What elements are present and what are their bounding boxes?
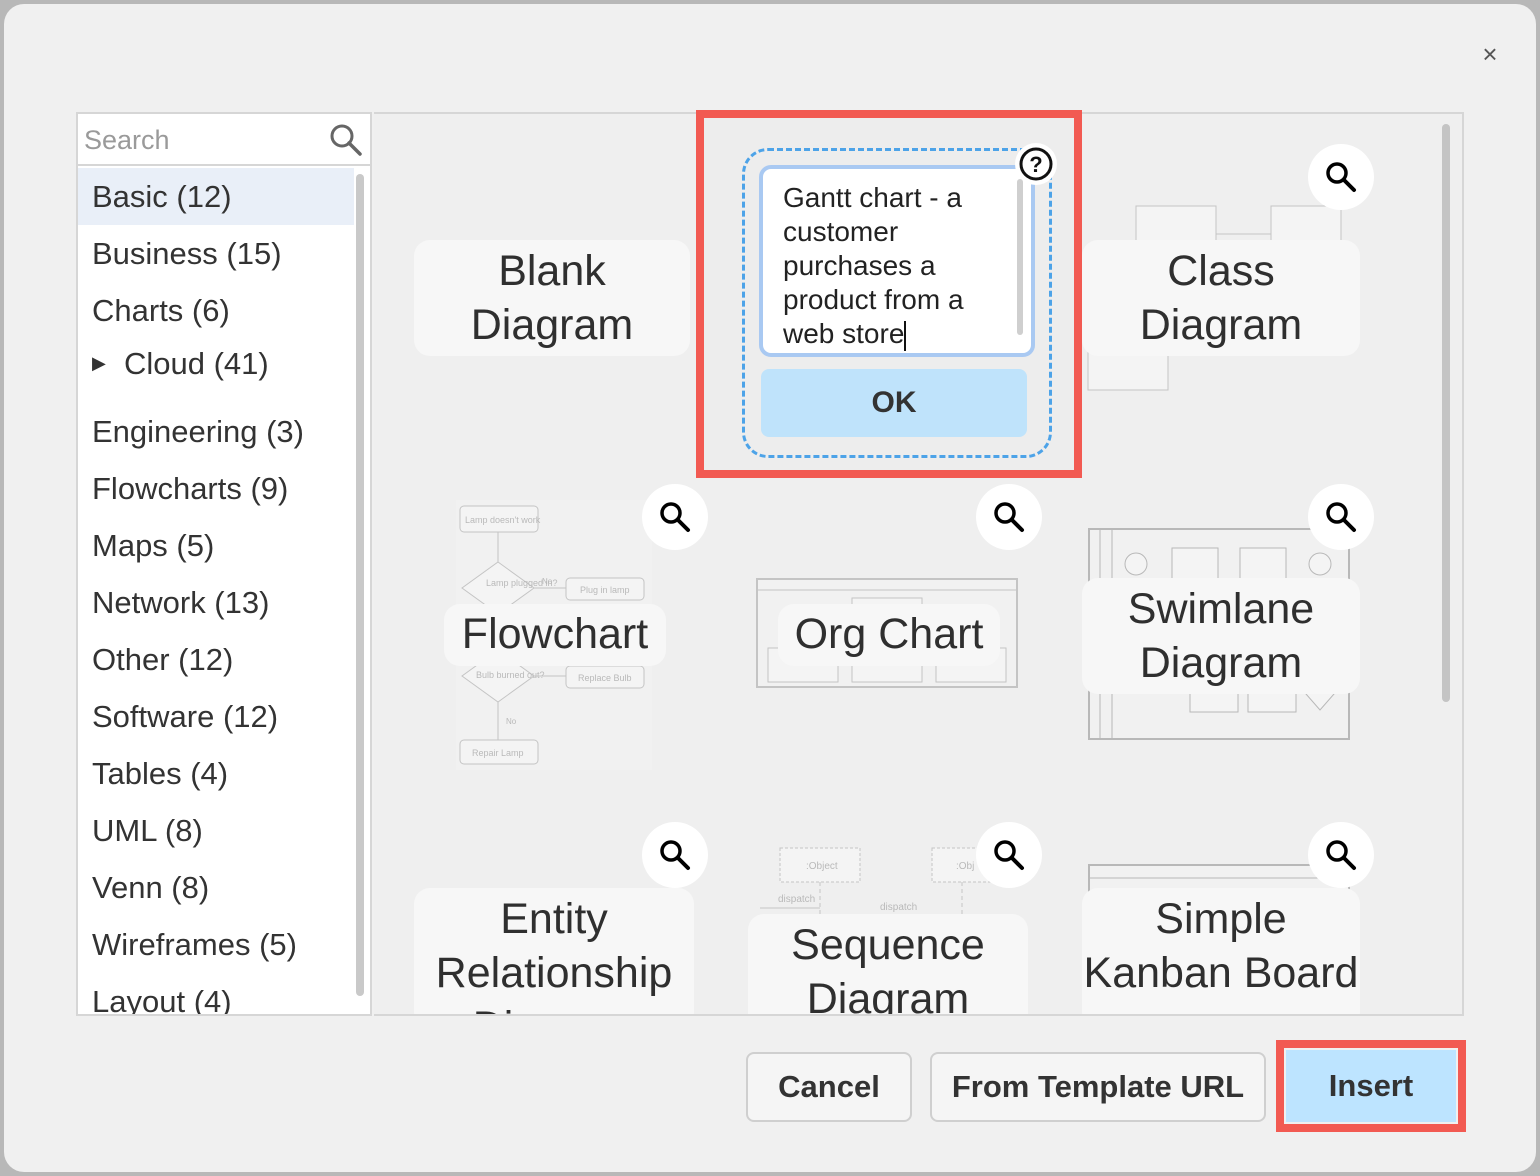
flowchart-thumb-end: Repair Lamp: [472, 748, 524, 758]
sequence-thumb-msg2: dispatch: [880, 902, 917, 913]
prompt-scrollbar[interactable]: [1017, 179, 1023, 335]
prompt-textarea[interactable]: Gantt chart - a customer purchases a pro…: [759, 165, 1035, 357]
template-blank-diagram[interactable]: Blank Diagram: [414, 240, 690, 356]
template-flowchart[interactable]: Flowchart: [444, 604, 666, 666]
category-software[interactable]: Software (12): [78, 688, 354, 745]
prompt-text: Gantt chart - a customer purchases a pro…: [783, 182, 964, 349]
flowchart-thumb-no2: No: [506, 717, 517, 726]
category-network[interactable]: Network (13): [78, 574, 354, 631]
search-icon[interactable]: [328, 122, 364, 158]
category-basic[interactable]: Basic (12): [78, 168, 354, 225]
flowchart-thumb-action1: Plug in lamp: [580, 585, 630, 595]
category-wireframes[interactable]: Wireframes (5): [78, 916, 354, 973]
template-sequence-diagram[interactable]: Sequence Diagram: [748, 914, 1028, 1014]
category-tables[interactable]: Tables (4): [78, 745, 354, 802]
sequence-thumb-msg1: dispatch: [778, 894, 815, 905]
search-bar: [78, 114, 370, 166]
close-icon[interactable]: ×: [1474, 38, 1506, 70]
org-chart-zoom-icon[interactable]: [976, 484, 1042, 550]
ok-button[interactable]: OK: [761, 369, 1027, 437]
text-caret: [904, 320, 907, 351]
sequence-thumb-object1: :Object: [806, 861, 838, 872]
from-template-url-button[interactable]: From Template URL: [930, 1052, 1266, 1122]
category-engineering[interactable]: Engineering (3): [78, 403, 354, 460]
category-layout[interactable]: Layout (4): [78, 973, 354, 1014]
help-icon[interactable]: ?: [1015, 143, 1057, 185]
ai-prompt-highlight: Gantt chart - a customer purchases a pro…: [696, 110, 1082, 478]
er-diagram-zoom-icon[interactable]: [642, 822, 708, 888]
category-venn[interactable]: Venn (8): [78, 859, 354, 916]
category-maps[interactable]: Maps (5): [78, 517, 354, 574]
flowchart-thumb-no1: No: [542, 577, 553, 586]
flowchart-thumb-decision2: Bulb burned out?: [476, 670, 545, 680]
class-diagram-zoom-icon[interactable]: [1308, 144, 1374, 210]
insert-highlight: Insert: [1276, 1040, 1466, 1132]
category-business[interactable]: Business (15): [78, 225, 354, 282]
swimlane-zoom-icon[interactable]: [1308, 484, 1374, 550]
flowchart-thumb-start: Lamp doesn't work: [465, 515, 541, 525]
template-simple-kanban[interactable]: Simple Kanban Board: [1082, 888, 1360, 1014]
template-dialog: × Basic (12) Business (15) Charts (6) ▶C…: [4, 4, 1536, 1172]
category-uml[interactable]: UML (8): [78, 802, 354, 859]
category-sidebar: Basic (12) Business (15) Charts (6) ▶Clo…: [76, 112, 372, 1016]
template-entity-relationship[interactable]: Entity Relationship Diagram: [414, 888, 694, 1014]
search-input[interactable]: [84, 122, 320, 158]
kanban-zoom-icon[interactable]: [1308, 822, 1374, 888]
flowchart-zoom-icon[interactable]: [642, 484, 708, 550]
insert-button[interactable]: Insert: [1286, 1050, 1456, 1122]
sidebar-scrollbar[interactable]: [356, 174, 364, 996]
category-charts[interactable]: Charts (6): [78, 282, 354, 339]
flowchart-thumb-action2: Replace Bulb: [578, 673, 632, 683]
template-scrollbar[interactable]: [1442, 124, 1450, 702]
category-list: Basic (12) Business (15) Charts (6) ▶ Clo…: [78, 168, 354, 1014]
sequence-zoom-icon[interactable]: [976, 822, 1042, 888]
help-symbol: ?: [1029, 152, 1042, 177]
category-flowcharts[interactable]: Flowcharts (9): [78, 460, 354, 517]
template-class-diagram[interactable]: Class Diagram: [1082, 240, 1360, 356]
category-other[interactable]: Other (12): [78, 631, 354, 688]
category-cloud[interactable]: ▶ Cloud (41): [78, 339, 354, 403]
template-swimlane-diagram[interactable]: Swimlane Diagram: [1082, 578, 1360, 694]
ai-prompt-panel: Gantt chart - a customer purchases a pro…: [742, 143, 1057, 458]
category-cloud-label: Cloud (41): [124, 346, 269, 381]
cancel-button[interactable]: Cancel: [746, 1052, 912, 1122]
sequence-thumb-object2: :Obj: [956, 861, 974, 872]
template-org-chart[interactable]: Org Chart: [778, 604, 1000, 666]
expand-arrow-icon[interactable]: ▶: [92, 338, 124, 388]
